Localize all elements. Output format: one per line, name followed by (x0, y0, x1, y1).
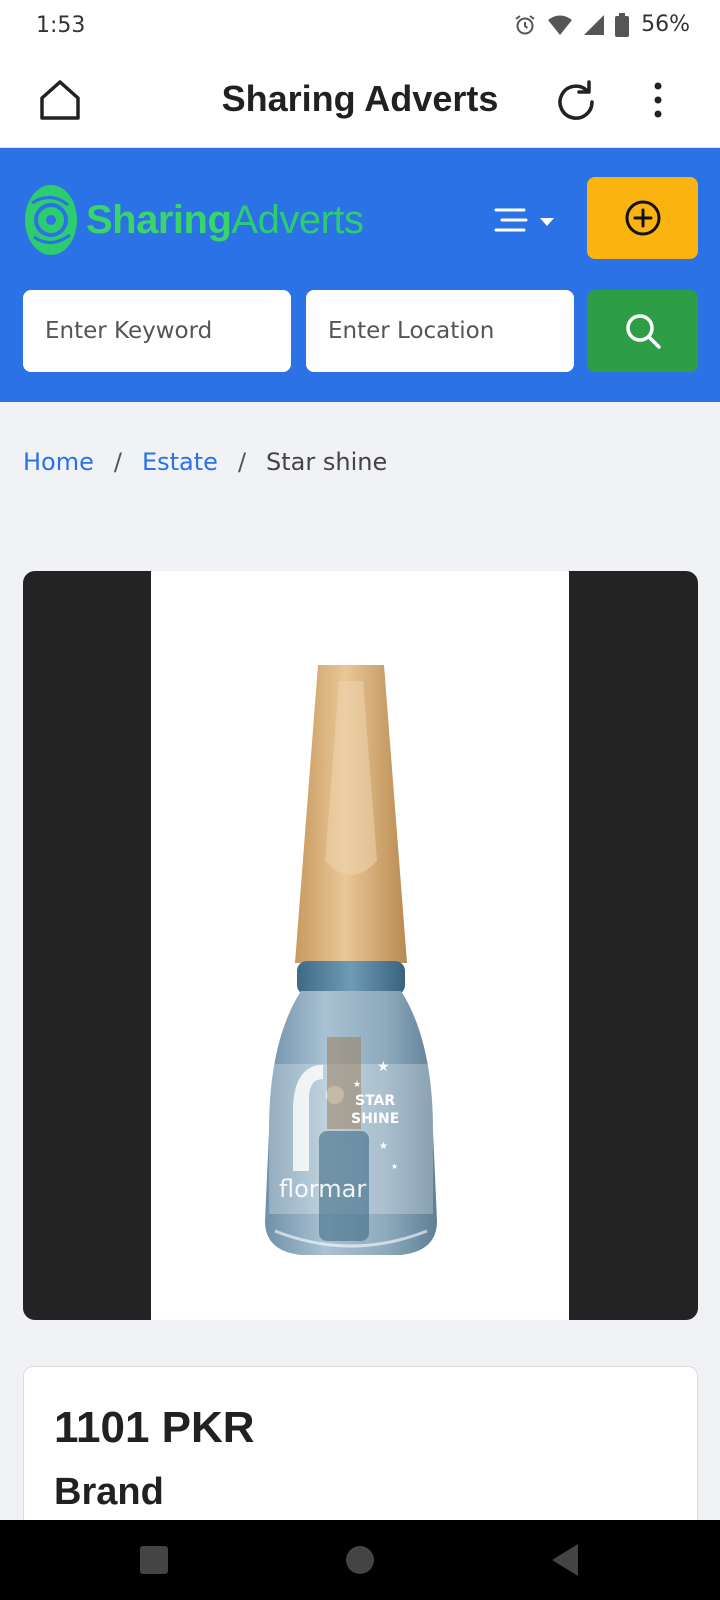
menu-lines-icon (494, 208, 554, 232)
wifi-icon (547, 13, 573, 37)
recents-square-icon (140, 1546, 168, 1574)
status-time: 1:53 (36, 13, 86, 38)
brand-heading: Brand (54, 1471, 164, 1513)
product-image-card[interactable]: ★ ★ ★ ★ STAR SHINE flormar (23, 571, 698, 1320)
site-logo[interactable]: SharingAdverts (24, 182, 364, 258)
logo-text-light: Adverts (231, 197, 364, 242)
refresh-icon (558, 80, 594, 120)
more-options-button[interactable] (640, 76, 676, 124)
battery-icon (615, 12, 630, 37)
breadcrumb-separator: / (113, 448, 122, 476)
search-icon (625, 314, 661, 349)
svg-text:★: ★ (353, 1080, 361, 1090)
signal-icon (583, 13, 605, 37)
category-menu-toggle[interactable] (494, 206, 560, 238)
breadcrumb-category[interactable]: Estate (142, 448, 218, 476)
app-title: Sharing Adverts (221, 78, 499, 119)
battery-percent: 56% (641, 12, 690, 37)
location-input[interactable] (306, 290, 574, 372)
product-price: 1101 PKR (54, 1403, 255, 1452)
home-icon (40, 80, 80, 120)
svg-text:★: ★ (391, 1162, 398, 1171)
status-icons: 56% (513, 12, 690, 37)
breadcrumb: Home / Estate / Star shine (23, 448, 387, 476)
recents-button[interactable] (134, 1540, 174, 1580)
screen: 1:53 56% Sharing Adverts SharingAdverts … (0, 0, 720, 1600)
alarm-icon (513, 13, 537, 37)
logo-text-bold: Sharing (86, 197, 232, 242)
logo-globe-icon (25, 185, 77, 255)
breadcrumb-current: Star shine (266, 448, 388, 476)
nail-polish-bottle-image: ★ ★ ★ ★ STAR SHINE flormar (265, 665, 437, 1255)
status-bar: 1:53 56% (0, 0, 720, 52)
system-nav-bar (0, 1520, 720, 1600)
more-vert-icon (654, 82, 662, 118)
plus-circle-icon (625, 200, 660, 236)
keyword-input[interactable] (23, 290, 291, 372)
post-ad-button[interactable] (587, 177, 698, 259)
home-circle-icon (346, 1546, 374, 1574)
back-triangle-icon (552, 1544, 578, 1576)
refresh-button[interactable] (552, 78, 600, 126)
breadcrumb-separator: / (237, 448, 247, 476)
breadcrumb-home[interactable]: Home (23, 448, 94, 476)
svg-text:★: ★ (379, 1141, 388, 1152)
back-button[interactable] (546, 1540, 586, 1580)
svg-text:★: ★ (377, 1059, 390, 1075)
home-nav-button[interactable] (340, 1540, 380, 1580)
search-button[interactable] (587, 290, 698, 372)
product-image: ★ ★ ★ ★ STAR SHINE flormar (151, 571, 569, 1320)
app-bar: Sharing Adverts (0, 52, 720, 148)
bottle-label-star: STAR (355, 1093, 395, 1109)
logo-text: SharingAdverts (86, 198, 364, 243)
home-button[interactable] (36, 76, 84, 124)
site-header: SharingAdverts (0, 148, 720, 402)
bottle-label-shine: SHINE (351, 1111, 399, 1127)
bottle-brand-mark: flormar (279, 1175, 366, 1203)
